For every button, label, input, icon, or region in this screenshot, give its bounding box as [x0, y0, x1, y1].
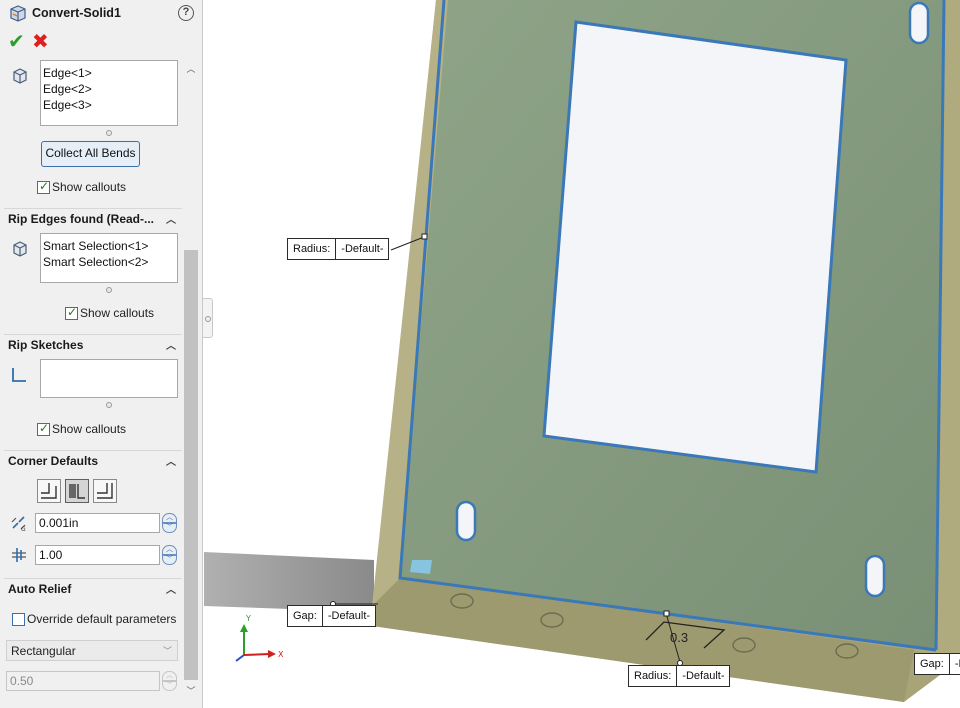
checkbox-box[interactable] [12, 613, 25, 626]
section-title: Rip Edges found (Read-... [8, 212, 154, 226]
callout-value[interactable]: -Default- [336, 239, 388, 259]
underlap-corner-icon [69, 484, 85, 499]
overlap-corner-icon [97, 483, 113, 499]
gap-distance-spinner[interactable]: ︿ ﹀ [162, 513, 177, 533]
callout-key: Radius: [629, 666, 678, 686]
bend-edges-icon [13, 68, 27, 84]
callout-value[interactable]: -D [950, 654, 960, 674]
open-corner-button[interactable] [37, 479, 61, 503]
chevron-up-icon[interactable]: ︿ [166, 211, 176, 226]
bend-show-callouts-checkbox[interactable]: Show callouts [37, 179, 167, 196]
list-resize-handle[interactable] [106, 402, 112, 408]
chevron-up-icon[interactable]: ︿ [166, 581, 176, 596]
callout-key: Gap: [288, 606, 323, 626]
sketch-icon [12, 368, 26, 382]
relief-ratio-input[interactable]: 0.50 [6, 671, 160, 691]
rip-show-callouts-checkbox[interactable]: Show callouts [65, 305, 175, 322]
callout-anchor [421, 233, 428, 240]
rip-edges-section-header[interactable]: Rip Edges found (Read-... ︿ [4, 208, 182, 228]
checkbox-label: Show callouts [52, 180, 127, 194]
slot-cutout[interactable] [864, 554, 886, 598]
scrollbar-thumb[interactable] [184, 250, 198, 680]
convert-solid-icon [10, 5, 26, 22]
spin-down-icon[interactable]: ﹀ [162, 523, 177, 533]
open-corner-icon [41, 483, 57, 499]
checkbox-box[interactable] [37, 421, 50, 436]
list-resize-handle[interactable] [106, 130, 112, 136]
gap-callout[interactable]: Gap:-D [914, 653, 960, 675]
checkbox-label: Show callouts [52, 422, 127, 436]
relief-ratio-spinner[interactable]: ︿ ﹀ [162, 671, 177, 691]
overlap-corner-button[interactable] [93, 479, 117, 503]
scroll-up-icon[interactable]: ︿ [186, 64, 196, 74]
property-manager-scrollbar[interactable]: ︿ ﹀ [182, 60, 200, 700]
chevron-up-icon[interactable]: ︿ [166, 453, 176, 468]
spin-up-icon[interactable]: ︿ [162, 671, 177, 681]
scroll-down-icon[interactable]: ﹀ [186, 686, 196, 696]
callout-anchor [663, 610, 670, 617]
corner-relief-mark [410, 560, 432, 574]
property-manager: Convert-Solid1 ? ✔ ✖ Edge<1> Edge<2> Edg… [0, 0, 203, 708]
cancel-button[interactable]: ✖ [32, 32, 50, 52]
radius-callout[interactable]: Radius: -Default- [287, 238, 390, 260]
chevron-up-icon[interactable]: ︿ [166, 337, 176, 352]
checkbox-box[interactable] [37, 179, 50, 194]
triad-x-label: X [278, 650, 284, 659]
property-manager-titlebar: Convert-Solid1 ? [0, 0, 202, 28]
sketch-show-callouts-checkbox[interactable]: Show callouts [37, 421, 167, 438]
graphics-viewport[interactable]: 0.3 Y X Radius: -Default- Gap: -Default- R… [204, 0, 960, 708]
collect-all-bends-button[interactable]: Collect All Bends [41, 141, 140, 167]
list-item[interactable]: Smart Selection<2> [43, 254, 175, 270]
slot-cutout[interactable] [455, 500, 477, 542]
list-item[interactable]: Edge<2> [43, 81, 175, 97]
svg-text:G: G [21, 526, 26, 532]
gap-distance-input[interactable]: 0.001in [35, 513, 160, 533]
list-item[interactable]: Edge<3> [43, 97, 175, 113]
floor-shadow [204, 552, 374, 612]
underlap-corner-button[interactable] [65, 479, 89, 503]
gap-callout[interactable]: Gap: -Default- [287, 605, 377, 627]
spin-up-icon[interactable]: ︿ [162, 513, 177, 523]
model-view[interactable]: 0.3 Y X [204, 0, 960, 708]
callout-value[interactable]: -Default- [677, 666, 729, 686]
override-default-parameters-checkbox[interactable]: Override default parameters [12, 612, 180, 628]
gap-distance-icon: G [11, 516, 26, 532]
rip-edges-list[interactable]: Smart Selection<1> Smart Selection<2> [40, 233, 178, 283]
relief-type-value: Rectangular [11, 644, 76, 658]
list-item[interactable]: Edge<1> [43, 65, 175, 81]
chevron-down-icon[interactable]: ﹀ [163, 644, 172, 657]
spin-down-icon[interactable]: ﹀ [162, 681, 177, 691]
callout-key: Radius: [288, 239, 337, 259]
bend-edges-list[interactable]: Edge<1> Edge<2> Edge<3> [40, 60, 178, 126]
callout-value[interactable]: -Default- [323, 606, 375, 626]
help-icon[interactable]: ? [178, 5, 194, 21]
checkbox-box[interactable] [65, 305, 78, 320]
radius-callout[interactable]: Radius: -Default- [628, 665, 731, 687]
overlap-ratio-spinner[interactable]: ︿ ﹀ [162, 545, 177, 565]
section-title: Rip Sketches [8, 338, 84, 352]
rip-sketches-section-header[interactable]: Rip Sketches ︿ [4, 334, 182, 354]
rip-sketches-list[interactable] [40, 359, 178, 398]
section-title: Corner Defaults [8, 454, 99, 468]
feature-title: Convert-Solid1 [32, 6, 121, 20]
corner-defaults-section-header[interactable]: Corner Defaults ︿ [4, 450, 182, 470]
slot-cutout[interactable] [908, 1, 930, 45]
section-title: Auto Relief [8, 582, 72, 596]
axis-triad: Y X [235, 614, 284, 662]
auto-relief-section-header[interactable]: Auto Relief ︿ [4, 578, 182, 598]
checkbox-label: Show callouts [80, 306, 155, 320]
window-cutout[interactable] [542, 20, 848, 474]
spin-down-icon[interactable]: ﹀ [162, 555, 177, 565]
checkbox-label: Override default parameters [27, 612, 177, 626]
triad-y-label: Y [245, 614, 251, 623]
callout-key: Gap: [915, 654, 950, 674]
overlap-ratio-input[interactable]: 1.00 [35, 545, 160, 565]
overlap-ratio-icon [12, 548, 26, 562]
list-resize-handle[interactable] [106, 287, 112, 293]
ok-button[interactable]: ✔ [8, 32, 26, 52]
spin-up-icon[interactable]: ︿ [162, 545, 177, 555]
relief-type-select[interactable]: Rectangular ﹀ [6, 640, 178, 661]
rip-edges-icon [13, 241, 27, 257]
list-item[interactable]: Smart Selection<1> [43, 238, 175, 254]
